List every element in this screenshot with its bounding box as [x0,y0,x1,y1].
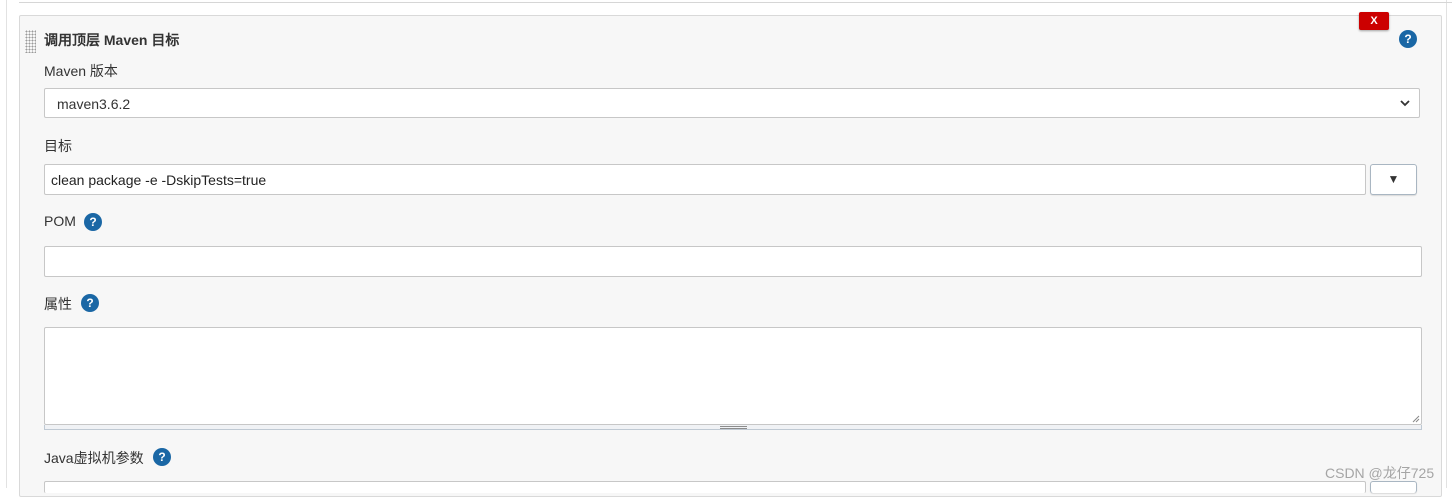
outer-right-border [1446,0,1447,488]
watermark: CSDN @龙仔725 [1325,465,1435,481]
pom-input[interactable] [44,246,1422,277]
jvm-options-help-icon[interactable]: ? [153,448,171,466]
maven-version-selected-value: maven3.6.2 [57,96,131,112]
build-step-title: 调用顶层 Maven 目标 [44,32,180,48]
pom-help-icon[interactable]: ? [84,213,102,231]
properties-help-icon[interactable]: ? [81,294,99,312]
previous-section-border [19,2,1452,3]
goals-label: 目标 [44,138,72,154]
goals-input[interactable]: clean package -e -DskipTests=true [44,164,1366,195]
textarea-grip-icon[interactable] [720,426,747,429]
delete-step-button[interactable]: X [1359,12,1389,30]
jvm-options-label: Java虚拟机参数 [44,450,144,466]
properties-label: 属性 [44,296,72,312]
goals-input-value: clean package -e -DskipTests=true [51,172,267,188]
pom-label: POM [44,213,76,229]
maven-version-label: Maven 版本 [44,63,118,79]
expand-goals-button[interactable]: ▼ [1370,164,1417,195]
outer-left-border [6,0,7,488]
jvm-options-input[interactable] [44,481,1366,493]
step-help-icon[interactable]: ? [1399,30,1417,48]
drag-handle-icon[interactable] [25,30,36,53]
maven-version-select[interactable]: maven3.6.2 [44,88,1420,118]
chevron-down-icon [1400,100,1410,107]
resize-corner-icon[interactable] [1412,415,1420,423]
properties-textarea[interactable] [44,327,1422,425]
